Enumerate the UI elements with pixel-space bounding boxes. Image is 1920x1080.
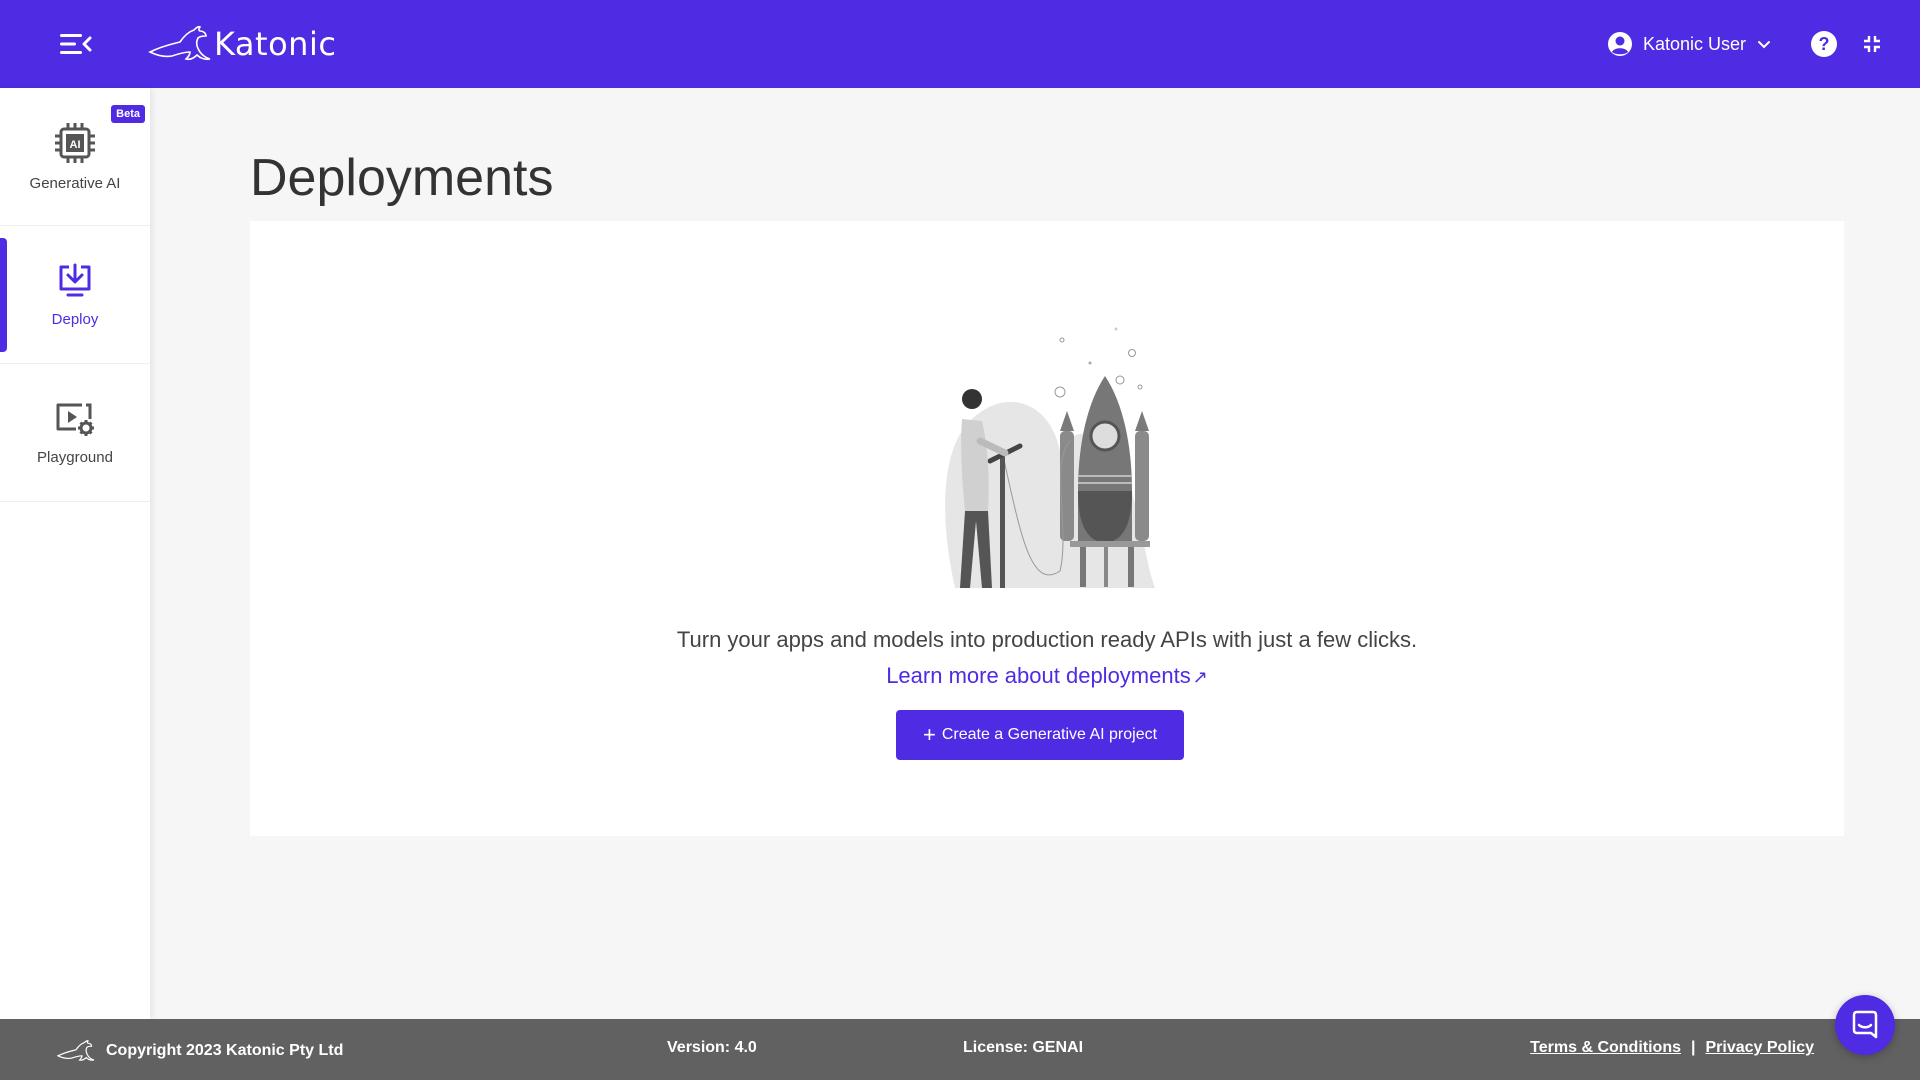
sidebar-item-generative-ai[interactable]: Beta AI Generative AI [0,88,150,226]
chat-launcher-button[interactable] [1835,995,1895,1055]
sidebar-item-deploy[interactable]: Deploy [0,226,150,364]
svg-text:AI: AI [70,139,81,151]
chat-bubble-icon [1852,1010,1878,1039]
sidebar: Beta AI Generative AI Deploy Playground [0,88,150,1019]
sidebar-item-playground[interactable]: Playground [0,364,150,502]
ai-chip-icon: AI [55,123,95,163]
footer-links: Terms & Conditions | Privacy Policy [1530,1039,1814,1057]
top-bar: Katonic Katonic User ? [0,0,1920,88]
chevron-down-icon [1758,41,1770,49]
license-text: License: GENAI [963,1039,1084,1056]
user-avatar-icon [1607,32,1632,56]
help-button[interactable]: ? [1810,30,1838,58]
create-project-label: Create a Generative AI project [941,726,1158,743]
help-icon: ? [1811,31,1837,57]
playground-video-gear-icon [56,403,94,436]
deploy-download-icon [59,263,91,297]
terms-link[interactable]: Terms & Conditions [1530,1039,1681,1057]
rocket-launch-illustration [945,327,1155,588]
version-text: Version: 4.0 [667,1039,757,1056]
learn-more-link[interactable]: Learn more about deployments ↗ [250,663,1844,689]
user-menu[interactable]: Katonic User [1607,28,1772,60]
fullscreen-exit-button[interactable] [1862,34,1882,54]
plus-icon: + [922,722,936,747]
page-title: Deployments [250,149,554,207]
copyright-text: Copyright 2023 Katonic Pty Ltd [106,1042,344,1059]
footer: Copyright 2023 Katonic Pty Ltd Version: … [0,1019,1920,1080]
create-project-button[interactable]: + Create a Generative AI project [896,710,1184,760]
sidebar-item-label: Playground [37,449,113,466]
empty-state-description: Turn your apps and models into productio… [676,627,1418,652]
empty-state-card: Turn your apps and models into productio… [250,221,1844,836]
kangaroo-logo-icon [148,25,211,61]
brand-logo[interactable]: Katonic [148,20,336,68]
sidebar-item-label: Generative AI [29,175,121,192]
external-link-arrow-icon: ↗ [1192,667,1208,687]
sidebar-item-label: Deploy [51,311,99,328]
menu-toggle-button[interactable] [58,30,92,58]
footer-copyright: Copyright 2023 Katonic Pty Ltd [56,1039,343,1063]
learn-more-label: Learn more about deployments [886,663,1191,688]
menu-collapse-icon [60,34,92,54]
brand-name: Katonic [214,25,337,63]
kangaroo-logo-icon [56,1040,95,1061]
svg-text:?: ? [1819,34,1830,54]
beta-badge: Beta [111,105,145,123]
fullscreen-exit-icon [1864,36,1880,52]
user-name: Katonic User [1642,33,1746,54]
footer-separator: | [1691,1039,1696,1056]
privacy-link[interactable]: Privacy Policy [1705,1039,1814,1057]
